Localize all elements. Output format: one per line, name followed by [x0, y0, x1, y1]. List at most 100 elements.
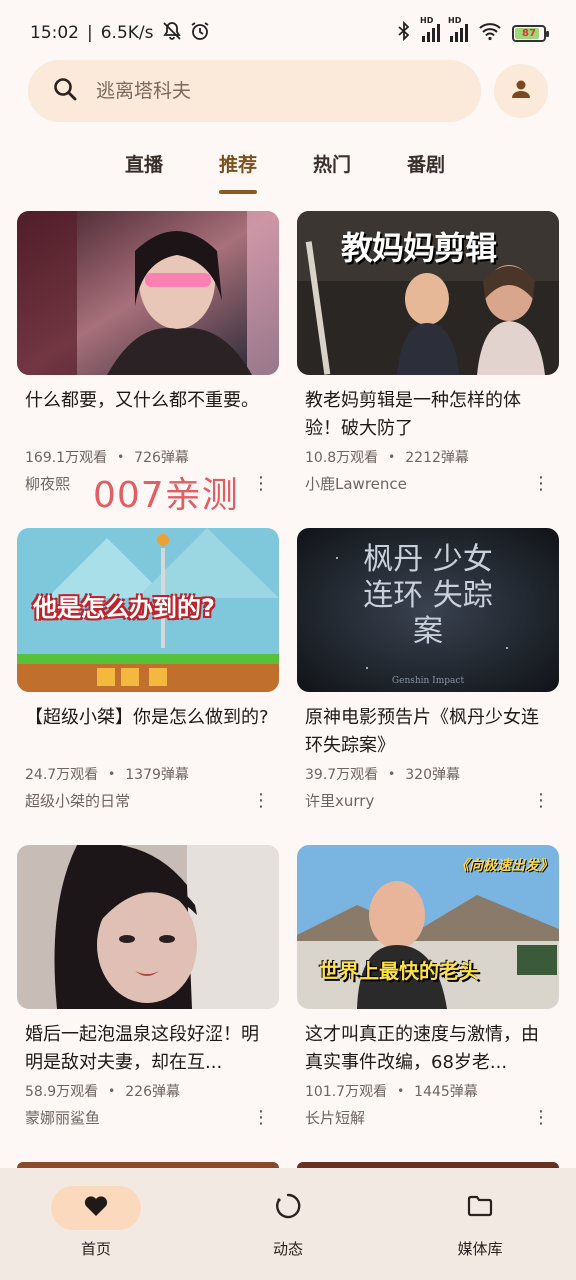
stat-separator: • [397, 1084, 405, 1098]
video-card[interactable]: 《向极速出发》 世界上最快的老头 这才叫真正的速度与激情，由真实事件改编，68岁… [297, 845, 559, 1162]
status-bar: 15:02 | 6.5K/s HD HD 87 [0, 0, 576, 66]
stat-separator: • [388, 450, 396, 464]
signal-icon: HD [420, 16, 440, 42]
video-stats: 24.7万观看 • 1379弹幕 [25, 764, 271, 784]
video-stats: 101.7万观看 • 1445弹幕 [305, 1081, 551, 1101]
profile-button[interactable] [494, 64, 548, 118]
mute-bell-icon [162, 21, 182, 46]
author-name[interactable]: 蒙娜丽鲨鱼 [25, 1107, 100, 1128]
video-title: 这才叫真正的速度与激情，由真实事件改编，68岁老... [305, 1024, 539, 1073]
more-options-icon[interactable]: ⋮ [251, 791, 271, 809]
more-options-icon[interactable]: ⋮ [251, 474, 271, 492]
video-title: 什么都要，又什么都不重要。 [25, 390, 259, 411]
more-options-icon[interactable]: ⋮ [531, 791, 551, 809]
danmaku-count: 1379弹幕 [125, 767, 189, 783]
stat-separator: • [388, 767, 396, 781]
nav-activity-label: 动态 [272, 1240, 303, 1258]
video-card[interactable]: 枫丹 少女连环 失踪案 Genshin Impact 原神电影预告片《枫丹少女连… [297, 528, 559, 845]
signal-icon-2: HD [448, 16, 468, 42]
search-bar[interactable] [28, 60, 481, 122]
video-thumbnail[interactable] [17, 211, 279, 375]
status-network-speed: 6.5K/s [100, 23, 154, 43]
folder-icon [467, 1194, 493, 1222]
tab-recommend[interactable]: 推荐 [211, 140, 265, 196]
nav-library-indicator [435, 1186, 525, 1230]
video-thumbnail[interactable]: 《向极速出发》 世界上最快的老头 [297, 845, 559, 1009]
video-stats: 58.9万观看 • 226弹幕 [25, 1081, 271, 1101]
video-stats: 169.1万观看 • 726弹幕 [25, 447, 271, 467]
danmaku-count: 320弹幕 [405, 767, 460, 783]
battery-icon: 87 [512, 24, 549, 42]
stat-separator: • [108, 767, 116, 781]
bluetooth-icon [396, 20, 412, 46]
video-author-row: 小鹿Lawrence ⋮ [305, 473, 551, 494]
top-tabs: 直播 推荐 热门 番剧 [0, 140, 576, 196]
video-author-row: 蒙娜丽鲨鱼 ⋮ [25, 1107, 271, 1128]
danmaku-count: 726弹幕 [134, 450, 189, 466]
tab-live[interactable]: 直播 [117, 140, 171, 196]
search-row [28, 60, 548, 122]
video-title: 原神电影预告片《枫丹少女连环失踪案》 [305, 707, 539, 756]
video-stats: 10.8万观看 • 2212弹幕 [305, 447, 551, 467]
search-icon [52, 76, 78, 106]
view-count: 58.9万观看 [25, 1084, 99, 1100]
stat-separator: • [108, 1084, 116, 1098]
nav-activity-indicator [243, 1186, 333, 1230]
view-count: 10.8万观看 [305, 450, 379, 466]
tab-hot[interactable]: 热门 [305, 140, 359, 196]
video-thumbnail[interactable]: 枫丹 少女连环 失踪案 Genshin Impact [297, 528, 559, 692]
more-options-icon[interactable]: ⋮ [531, 474, 551, 492]
alarm-icon [190, 21, 210, 46]
author-name[interactable]: 超级小桀的日常 [25, 790, 130, 811]
author-name[interactable]: 许里xurry [305, 790, 374, 811]
search-input[interactable] [96, 80, 416, 102]
nav-library[interactable]: 媒体库 [405, 1186, 555, 1280]
overlay-watermark-text: 007亲测 [93, 475, 239, 516]
danmaku-count: 1445弹幕 [414, 1084, 478, 1100]
battery-level: 87 [522, 27, 536, 39]
view-count: 169.1万观看 [25, 450, 108, 466]
author-name[interactable]: 长片短解 [305, 1107, 365, 1128]
wifi-icon [478, 21, 502, 46]
danmaku-count: 226弹幕 [125, 1084, 180, 1100]
thumbnail-caption: 世界上最快的老头 [319, 959, 479, 983]
bottom-navigation: 首页 动态 媒体库 [0, 1168, 576, 1280]
view-count: 24.7万观看 [25, 767, 99, 783]
video-card[interactable]: 他是怎么办到的? 【超级小桀】你是怎么做到的? 24.7万观看 • 1379弹幕… [17, 528, 279, 845]
thumbnail-caption: 枫丹 少女连环 失踪案 [363, 542, 493, 649]
refresh-circle-icon [274, 1192, 302, 1224]
video-thumbnail[interactable]: 教妈妈剪辑 [297, 211, 559, 375]
danmaku-count: 2212弹幕 [405, 450, 469, 466]
status-time: 15:02 [30, 23, 79, 43]
video-title: 【超级小桀】你是怎么做到的? [25, 707, 269, 728]
video-author-row: 超级小桀的日常 ⋮ [25, 790, 271, 811]
more-options-icon[interactable]: ⋮ [251, 1108, 271, 1126]
nav-activity[interactable]: 动态 [213, 1186, 363, 1280]
video-title: 婚后一起泡温泉这段好涩！明明是敌对夫妻，却在互... [25, 1024, 259, 1073]
video-thumbnail[interactable]: 他是怎么办到的? [17, 528, 279, 692]
video-feed: 什么都要，又什么都不重要。 169.1万观看 • 726弹幕 柳夜熙 ⋮ 教妈妈… [17, 211, 559, 1162]
author-name[interactable]: 柳夜熙 [25, 473, 70, 494]
nav-home-label: 首页 [80, 1240, 111, 1258]
tab-bangumi[interactable]: 番剧 [399, 140, 453, 196]
more-options-icon[interactable]: ⋮ [531, 1108, 551, 1126]
video-author-row: 长片短解 ⋮ [305, 1107, 551, 1128]
person-icon [509, 77, 533, 105]
nav-home-indicator [51, 1186, 141, 1230]
stat-separator: • [117, 450, 125, 464]
thumbnail-caption: 教妈妈剪辑 [341, 229, 497, 267]
nav-library-label: 媒体库 [457, 1240, 503, 1258]
nav-home[interactable]: 首页 [21, 1186, 171, 1280]
video-title: 教老妈剪辑是一种怎样的体验！破大防了 [305, 390, 521, 439]
thumbnail-caption: 他是怎么办到的? [33, 594, 215, 622]
video-stats: 39.7万观看 • 320弹幕 [305, 764, 551, 784]
video-author-row: 许里xurry ⋮ [305, 790, 551, 811]
video-thumbnail[interactable] [17, 845, 279, 1009]
status-divider: | [87, 23, 93, 43]
author-name[interactable]: 小鹿Lawrence [305, 473, 407, 494]
view-count: 101.7万观看 [305, 1084, 388, 1100]
view-count: 39.7万观看 [305, 767, 379, 783]
video-card[interactable]: 婚后一起泡温泉这段好涩！明明是敌对夫妻，却在互... 58.9万观看 • 226… [17, 845, 279, 1162]
video-card[interactable]: 教妈妈剪辑 教老妈剪辑是一种怎样的体验！破大防了 10.8万观看 • 2212弹… [297, 211, 559, 528]
heart-icon [83, 1194, 109, 1222]
